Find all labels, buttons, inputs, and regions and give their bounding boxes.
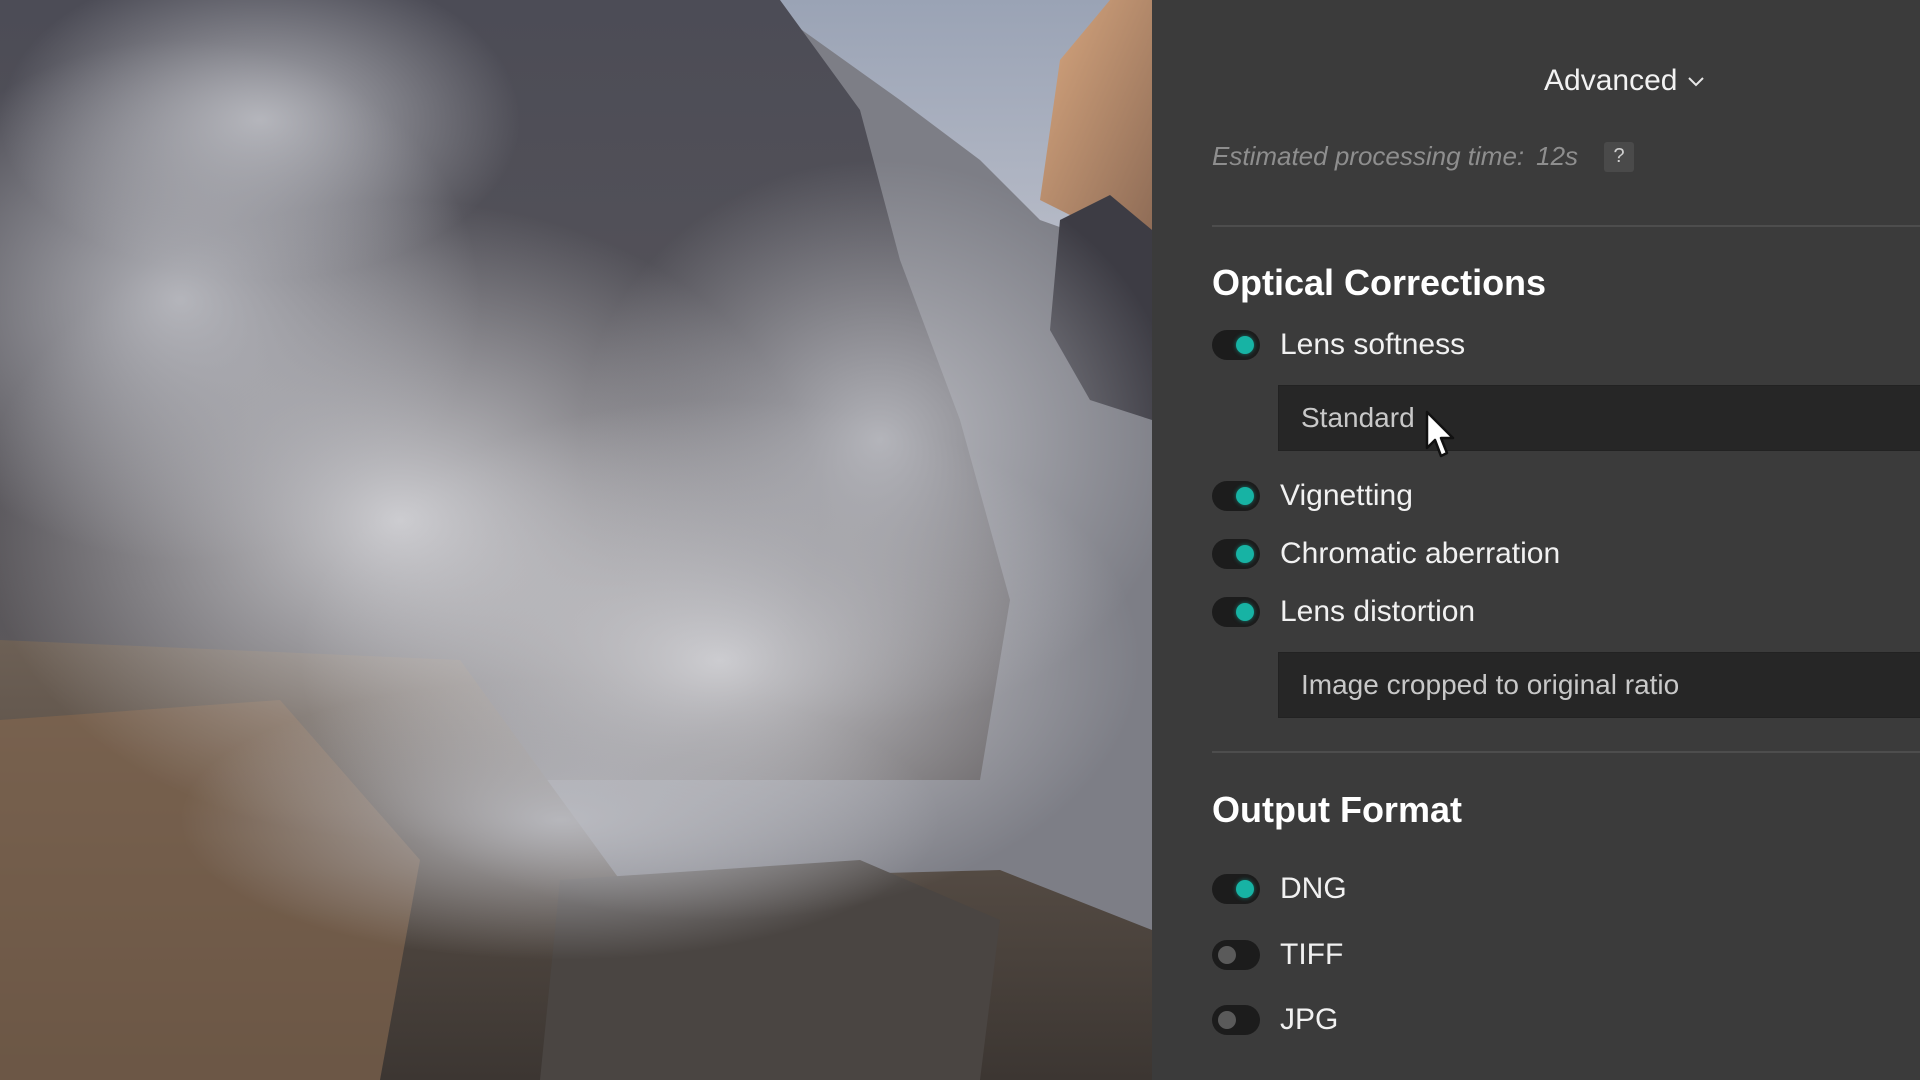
jpg-row: JPG [1212, 1000, 1338, 1040]
chromatic-aberration-row: Chromatic aberration [1212, 534, 1560, 574]
mountain-photo [0, 0, 1152, 1080]
estimated-time: Estimated processing time: 12s ? [1212, 141, 1635, 172]
tiff-label: TIFF [1280, 938, 1344, 971]
output-format-title: Output Format [1212, 789, 1462, 830]
tiff-row: TIFF [1212, 935, 1343, 975]
lens-distortion-select[interactable]: Image cropped to original ratio [1278, 652, 1920, 718]
tiff-toggle[interactable] [1212, 940, 1260, 970]
lens-distortion-label: Lens distortion [1280, 595, 1476, 628]
photo-preview [0, 0, 1152, 1080]
settings-panel: Advanced Estimated processing time: 12s … [1152, 0, 1920, 1080]
toggle-knob [1218, 946, 1236, 964]
lens-distortion-select-value: Image cropped to original ratio [1301, 669, 1680, 700]
toggle-knob [1236, 880, 1254, 898]
toggle-knob [1236, 336, 1254, 354]
vignetting-toggle[interactable] [1212, 481, 1260, 511]
toggle-knob [1218, 1011, 1236, 1029]
dng-row: DNG [1212, 869, 1347, 909]
lens-softness-label: Lens softness [1280, 328, 1466, 361]
divider [1212, 225, 1920, 227]
divider [1212, 751, 1920, 753]
app-window: Advanced Estimated processing time: 12s … [0, 0, 1920, 1080]
estimated-time-label: Estimated processing time: [1212, 141, 1525, 171]
mode-dropdown[interactable]: Advanced [1544, 64, 1705, 98]
dng-toggle[interactable] [1212, 874, 1260, 904]
vignetting-label: Vignetting [1280, 479, 1413, 512]
toggle-knob [1236, 545, 1254, 563]
toggle-knob [1236, 603, 1254, 621]
lens-softness-select[interactable]: Standard [1278, 385, 1920, 451]
chevron-down-icon [1688, 77, 1705, 87]
lens-softness-select-value: Standard [1301, 402, 1415, 433]
mode-dropdown-label: Advanced [1544, 64, 1678, 97]
toggle-knob [1236, 487, 1254, 505]
optical-corrections-title: Optical Corrections [1212, 262, 1547, 303]
chromatic-aberration-toggle[interactable] [1212, 539, 1260, 569]
jpg-toggle[interactable] [1212, 1005, 1260, 1035]
lens-softness-toggle[interactable] [1212, 330, 1260, 360]
lens-distortion-toggle[interactable] [1212, 597, 1260, 627]
chromatic-aberration-label: Chromatic aberration [1280, 537, 1561, 570]
estimated-time-value: 12s [1536, 141, 1579, 171]
lens-distortion-row: Lens distortion [1212, 592, 1475, 632]
vignetting-row: Vignetting [1212, 476, 1413, 516]
lens-softness-row: Lens softness [1212, 325, 1465, 365]
help-button[interactable]: ? [1604, 141, 1635, 172]
dng-label: DNG [1280, 872, 1347, 905]
jpg-label: JPG [1280, 1003, 1339, 1036]
